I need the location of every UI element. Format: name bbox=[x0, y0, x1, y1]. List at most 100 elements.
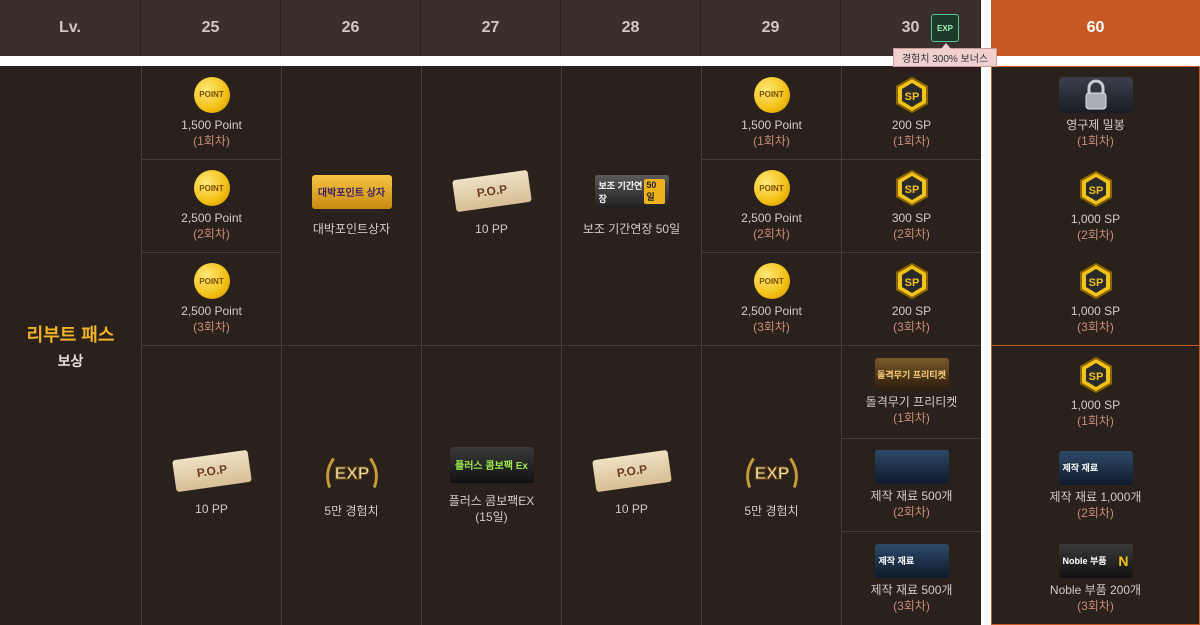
jackpot-box-icon: 대박포인트 상자 bbox=[311, 174, 392, 209]
sp-icon: SP bbox=[894, 170, 930, 206]
reward-label: 제작 재료 1,000개 bbox=[1049, 489, 1142, 504]
reward-cell[interactable]: Noble 부품 N Noble 부품 200개 (3회차) bbox=[992, 532, 1199, 625]
reward-cell[interactable]: EXP 5만 경험치 bbox=[702, 346, 841, 625]
reward-cell[interactable]: POINT 2,500 Point (2회차) bbox=[142, 160, 281, 253]
reward-cell[interactable]: SP 300 SP (2회차) bbox=[842, 160, 981, 253]
reward-round: (3회차) bbox=[753, 320, 790, 334]
reward-label: 1,000 SP bbox=[1070, 304, 1121, 318]
column-29: POINT 1,500 Point (1회차) POINT 2,500 Poin… bbox=[701, 66, 841, 625]
pp-ticket-icon: P.O.P bbox=[451, 169, 532, 212]
reward-cell[interactable]: 영구제 밀봉 (1회차) bbox=[992, 66, 1199, 160]
exp-bonus-tooltip: 경험치 300% 보너스 bbox=[893, 43, 997, 67]
svg-text:SP: SP bbox=[904, 277, 919, 289]
reward-label: 돌격무기 프리티켓 bbox=[865, 395, 958, 409]
svg-text:SP: SP bbox=[904, 184, 919, 196]
reward-cell[interactable]: 돌격무기 프리티켓 돌격무기 프리티켓 (1회차) bbox=[842, 346, 981, 439]
svg-text:SP: SP bbox=[1088, 371, 1103, 383]
free-ticket-icon: 돌격무기 프리티켓 bbox=[874, 358, 949, 390]
reward-label: 제작 재료 500개 bbox=[870, 489, 953, 503]
sp-icon: SP bbox=[894, 263, 930, 299]
reward-cell[interactable]: POINT 2,500 Point (3회차) bbox=[142, 253, 281, 346]
column-30: SP 200 SP (1회차) SP 300 SP (2회차) SP 200 S… bbox=[841, 66, 981, 625]
reward-label: 대박포인트상자 bbox=[312, 221, 391, 236]
reward-duration: (15일) bbox=[475, 509, 508, 524]
point-coin-icon: POINT bbox=[753, 263, 790, 299]
reward-cell[interactable]: SP 1,000 SP (1회차) bbox=[992, 346, 1199, 439]
reward-round: (3회차) bbox=[893, 598, 930, 613]
craft-material-icon bbox=[874, 450, 949, 484]
column-25: POINT 1,500 Point (1회차) POINT 2,500 Poin… bbox=[141, 66, 281, 625]
svg-text:EXP: EXP bbox=[754, 462, 789, 482]
header-level-26: 26 bbox=[281, 0, 421, 56]
reward-cell[interactable]: 제작 재료 500개 (2회차) bbox=[842, 439, 981, 532]
reward-label: Noble 부품 200개 bbox=[1049, 582, 1142, 597]
reward-cell[interactable]: P.O.P 10 PP bbox=[422, 66, 561, 346]
reward-round: (1회차) bbox=[1077, 134, 1114, 148]
point-coin-icon: POINT bbox=[193, 263, 230, 299]
reward-label: 2,500 Point bbox=[181, 211, 242, 225]
reward-round: (1회차) bbox=[893, 411, 930, 425]
reward-round: (1회차) bbox=[1077, 413, 1114, 428]
reward-cell[interactable]: POINT 2,500 Point (2회차) bbox=[702, 160, 841, 253]
reward-cell[interactable]: SP 200 SP (3회차) bbox=[842, 253, 981, 346]
reward-cell[interactable]: 제작 재료 제작 재료 500개 (3회차) bbox=[842, 532, 981, 625]
reward-round: (3회차) bbox=[1077, 320, 1114, 334]
reward-round: (2회차) bbox=[193, 227, 230, 241]
reward-cell[interactable]: SP 1,000 SP (3회차) bbox=[992, 253, 1199, 346]
side-label: 리부트 패스 보상 bbox=[0, 66, 141, 625]
reward-cell[interactable]: 플러스 콤보팩 Ex 플러스 콤보팩EX (15일) bbox=[422, 346, 561, 625]
reward-cell[interactable]: P.O.P 10 PP bbox=[562, 346, 701, 625]
reward-cell[interactable]: SP 200 SP (1회차) bbox=[842, 66, 981, 160]
sp-icon: SP bbox=[894, 76, 930, 113]
reward-label: 1,000 SP bbox=[1070, 211, 1121, 226]
sp-icon: SP bbox=[1078, 263, 1114, 299]
level-27: 27 bbox=[481, 19, 500, 36]
reward-label: 플러스 콤보팩EX bbox=[448, 493, 535, 508]
header-lv: Lv. bbox=[0, 0, 141, 56]
reward-cell[interactable]: SP 1,000 SP (2회차) bbox=[992, 160, 1199, 253]
point-coin-icon: POINT bbox=[753, 170, 790, 206]
reward-cell[interactable]: POINT 1,500 Point (1회차) bbox=[702, 66, 841, 160]
reward-cell[interactable]: POINT 1,500 Point (1회차) bbox=[142, 66, 281, 160]
svg-text:SP: SP bbox=[1088, 277, 1103, 289]
craft-material-icon: 제작 재료 bbox=[874, 543, 949, 578]
pp-ticket-icon: P.O.P bbox=[171, 449, 252, 492]
reward-cell[interactable]: 제작 재료 제작 재료 1,000개 (2회차) bbox=[992, 439, 1199, 532]
header-level-29: 29 bbox=[701, 0, 841, 56]
exp-bonus-icon[interactable]: EXP bbox=[931, 14, 959, 42]
level-28: 28 bbox=[621, 19, 640, 36]
side-title: 리부트 패스 bbox=[26, 324, 115, 345]
reward-label: 보조 기간연장 50일 bbox=[582, 221, 681, 236]
reward-round: (3회차) bbox=[193, 320, 230, 334]
reward-label: 10 PP bbox=[475, 221, 508, 236]
reward-label: 1,500 Point bbox=[741, 117, 802, 132]
reward-label: 200 SP bbox=[891, 304, 932, 318]
level-60: 60 bbox=[1086, 19, 1105, 36]
reward-label: 5만 경험치 bbox=[324, 503, 379, 518]
reward-cell[interactable]: EXP 5만 경험치 bbox=[282, 346, 421, 625]
reward-cell[interactable]: POINT 2,500 Point (3회차) bbox=[702, 253, 841, 346]
sp-icon: SP bbox=[1078, 170, 1114, 207]
reward-label: 영구제 밀봉 bbox=[1066, 118, 1125, 132]
level-29: 29 bbox=[761, 19, 780, 36]
column-27: P.O.P 10 PP 플러스 콤보팩 Ex 플러스 콤보팩EX (15일) bbox=[421, 66, 561, 625]
lv-label: Lv. bbox=[59, 19, 81, 36]
svg-text:SP: SP bbox=[1088, 185, 1103, 197]
reward-cell[interactable]: 대박포인트 상자 대박포인트상자 bbox=[282, 66, 421, 346]
exp-badge-icon: EXP bbox=[322, 453, 382, 493]
secondary-extension-icon: 보조 기간연장 50일 bbox=[594, 174, 669, 209]
reward-round: (2회차) bbox=[753, 227, 790, 241]
reward-cell[interactable]: P.O.P 10 PP bbox=[142, 346, 281, 625]
level-26: 26 bbox=[341, 19, 360, 36]
reward-label: 5만 경험치 bbox=[744, 503, 799, 518]
column-60: 영구제 밀봉 (1회차) SP 1,000 SP (2회차) SP 1,000 … bbox=[992, 66, 1199, 625]
exp-badge-icon: EXP bbox=[742, 453, 802, 493]
header-level-60: 60 bbox=[991, 0, 1200, 56]
exp-icon-text: EXP bbox=[936, 23, 953, 33]
reward-label: 1,000 SP bbox=[1070, 397, 1121, 412]
reward-cell[interactable]: 보조 기간연장 50일 보조 기간연장 50일 bbox=[562, 66, 701, 346]
point-coin-icon: POINT bbox=[193, 76, 230, 113]
level-25: 25 bbox=[201, 19, 220, 36]
padlock-icon bbox=[1058, 77, 1133, 113]
header-level-28: 28 bbox=[561, 0, 701, 56]
